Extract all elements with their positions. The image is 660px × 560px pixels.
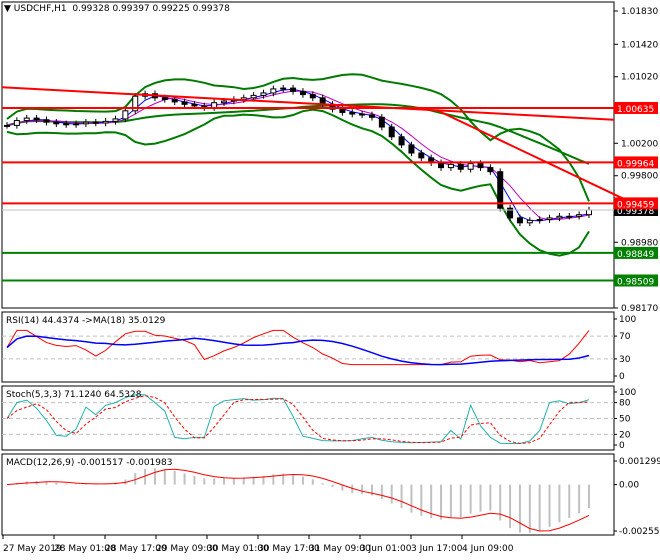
level-label: 1.00635 xyxy=(617,105,654,115)
candle-body xyxy=(112,118,119,122)
rsi-title: RSI(14) 44.4374 ->MA(18) 35.0129 xyxy=(6,316,166,326)
y-tick-label: 1.01020 xyxy=(621,73,658,83)
candle-body xyxy=(4,124,10,127)
y-tick-label: 0.98170 xyxy=(621,304,658,314)
y-tick-label: 1.00200 xyxy=(621,139,658,149)
stoch-title: Stoch(5,3,3) 71.1240 64.5328 xyxy=(6,390,142,400)
macd-signal-line xyxy=(6,468,590,532)
chart-header: ▼ USDCHF,H1 0.99328 0.99397 0.99225 0.99… xyxy=(4,4,230,14)
y-tick-label: 0.98980 xyxy=(621,238,658,248)
candle-body xyxy=(299,90,306,96)
candle-body xyxy=(536,219,543,222)
chart-window[interactable]: 1.01830 1.01420 1.01020 1.00200 0.99800 0.989… xyxy=(0,0,660,560)
candle-body xyxy=(359,113,366,116)
candle-body xyxy=(92,121,99,124)
candle-body xyxy=(23,117,30,122)
y-tick-label: 0.001299 xyxy=(619,457,660,467)
candle-body xyxy=(221,100,228,104)
y-tick-label: 0.00 xyxy=(619,481,639,491)
y-tick-label: 70 xyxy=(619,332,631,342)
collapse-triangle-icon[interactable]: ▼ xyxy=(4,4,11,14)
candle-body xyxy=(33,117,40,121)
level-label: 0.99964 xyxy=(617,159,654,169)
y-tick-label: 0 xyxy=(619,372,625,382)
candle-body xyxy=(309,94,316,99)
y-tick-label: 0 xyxy=(619,441,625,451)
macd-title: MACD(12,26,9) -0.001517 -0.001983 xyxy=(6,458,173,468)
y-tick-label: 100 xyxy=(619,388,636,398)
candle-body xyxy=(339,108,346,113)
candle-body xyxy=(408,144,415,154)
candle-body xyxy=(260,92,267,96)
candle-body xyxy=(457,163,464,170)
y-tick-label: 80 xyxy=(619,399,631,409)
pane-frame-0 xyxy=(1,1,615,309)
level-label: 0.99459 xyxy=(617,200,654,210)
x-tick-label: 4 Jun 09:00 xyxy=(462,544,514,554)
candle-body xyxy=(556,215,563,219)
y-tick-label: 0.99800 xyxy=(621,172,658,182)
candle-body xyxy=(368,114,375,118)
candle-body xyxy=(270,88,277,94)
candle-body xyxy=(122,110,129,120)
level-label: 0.98509 xyxy=(617,277,654,287)
candle-body xyxy=(576,214,583,217)
y-tick-label: 1.01830 xyxy=(621,7,658,17)
candle-body xyxy=(73,123,80,126)
candle-body xyxy=(418,152,425,159)
candle-body xyxy=(349,111,356,115)
candle-body xyxy=(516,217,523,224)
candle-body xyxy=(388,126,395,138)
candle-body xyxy=(191,103,198,107)
rsi-line xyxy=(6,329,590,366)
candle-body xyxy=(477,163,484,169)
candle-body xyxy=(546,217,553,221)
candle-body xyxy=(171,98,178,103)
candle-body xyxy=(378,116,385,128)
level-label: 0.98849 xyxy=(617,250,654,260)
y-tick-label: -0.002556 xyxy=(619,527,660,537)
candle-body xyxy=(398,136,405,146)
symbol-label: USDCHF,H1 xyxy=(13,4,67,14)
x-tick-label: 3 Jun 01:00 xyxy=(360,544,412,554)
candle-body xyxy=(586,209,592,216)
candle-body xyxy=(487,167,494,173)
y-tick-label: 50 xyxy=(619,415,631,425)
candle-body xyxy=(161,97,168,100)
candle-body xyxy=(280,87,287,90)
candle-body xyxy=(467,163,474,170)
candle-body xyxy=(211,102,218,109)
y-tick-label: 100 xyxy=(619,315,636,325)
candle-body xyxy=(447,163,454,169)
x-tick-label: 3 Jun 17:00 xyxy=(411,544,463,554)
y-tick-label: 1.01420 xyxy=(621,40,658,50)
candle-body xyxy=(290,87,297,92)
y-tick-label: 30 xyxy=(619,355,631,365)
candle-body xyxy=(438,162,445,169)
candle-body xyxy=(102,120,109,124)
ohlc-values: 0.99328 0.99397 0.99225 0.99378 xyxy=(72,4,230,14)
chart-canvas[interactable]: 1.01830 1.01420 1.01020 1.00200 0.99800 0.989… xyxy=(0,0,660,560)
candle-body xyxy=(53,121,60,125)
candle-body xyxy=(82,121,89,125)
candle-body xyxy=(63,123,70,126)
candle-body xyxy=(566,215,573,218)
candle-body xyxy=(181,101,188,105)
y-tick-label: 20 xyxy=(619,430,631,440)
trendline-1 xyxy=(436,109,627,201)
candle-body xyxy=(13,120,20,126)
candle-body xyxy=(250,94,257,99)
candle-body xyxy=(526,219,533,224)
candle-body xyxy=(43,119,50,123)
